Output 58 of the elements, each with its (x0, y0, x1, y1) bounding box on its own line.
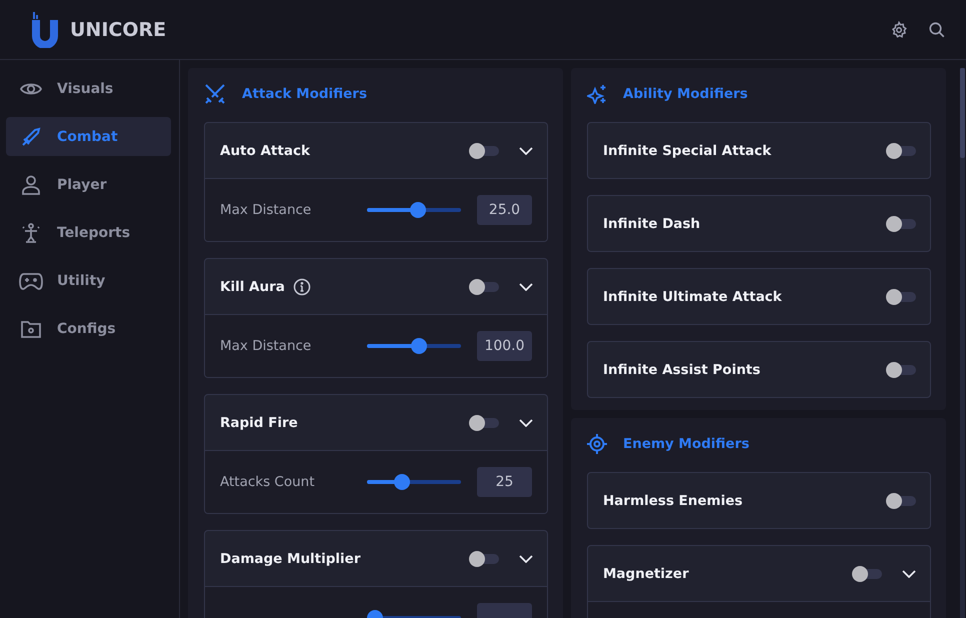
card-title: Kill Aura (220, 278, 285, 294)
toggle-switch[interactable] (469, 142, 499, 158)
target-icon (587, 434, 607, 454)
sidebar-item[interactable]: Utility (6, 261, 171, 300)
value-field[interactable]: 25 (477, 467, 532, 497)
card-title: Magnetizer (603, 566, 689, 582)
sidebar-item[interactable]: Configs (6, 309, 171, 348)
scrollbar[interactable] (960, 68, 965, 618)
gamepad-icon (19, 272, 43, 290)
logo-icon (32, 12, 58, 48)
card-title: Rapid Fire (220, 414, 298, 430)
toggle-switch[interactable] (886, 362, 916, 378)
sidebar-item[interactable]: Visuals (6, 69, 171, 108)
card-title: Auto Attack (220, 142, 310, 158)
sword-icon (21, 126, 41, 146)
toggle-switch[interactable] (852, 566, 882, 582)
sparkles-icon (587, 84, 607, 104)
card-title: Infinite Ultimate Attack (603, 288, 782, 304)
slider-thumb[interactable] (411, 338, 427, 354)
setting-label: Max Distance (220, 202, 312, 218)
app-name: UNICORE (70, 18, 166, 40)
info-icon[interactable] (292, 278, 311, 296)
chevron-icon[interactable] (519, 418, 533, 426)
value-field[interactable]: 25.0 (477, 195, 532, 225)
setting-label: Attacks Count (220, 474, 316, 490)
card-title: Infinite Special Attack (603, 142, 772, 158)
sidebar-item[interactable]: Combat (6, 117, 171, 156)
eye-icon (20, 80, 42, 96)
toggle-switch[interactable] (469, 414, 499, 430)
chevron-icon[interactable] (902, 570, 916, 578)
toggle-switch[interactable] (469, 278, 499, 294)
toggle-switch[interactable] (886, 142, 916, 158)
value-field[interactable]: 100.0 (477, 331, 532, 361)
section-title: Ability Modifiers (623, 86, 748, 102)
card-title: Infinite Dash (603, 216, 700, 232)
toggle-switch[interactable] (886, 288, 916, 304)
toggle-switch[interactable] (886, 492, 916, 508)
section-title: Attack Modifiers (242, 86, 368, 102)
folder-icon (21, 320, 41, 338)
person-icon (22, 174, 40, 194)
card-title: Harmless Enemies (603, 492, 743, 508)
sidebar-item[interactable]: Player (6, 165, 171, 204)
figure-icon (21, 222, 41, 242)
section-title: Enemy Modifiers (623, 436, 750, 452)
toggle-switch[interactable] (886, 216, 916, 232)
chevron-icon[interactable] (519, 146, 533, 154)
card-title: Infinite Assist Points (603, 362, 760, 378)
slider-thumb[interactable] (410, 202, 426, 218)
crossed-swords-icon (204, 84, 226, 104)
toggle-switch[interactable] (469, 550, 499, 566)
settings-icon[interactable] (890, 20, 908, 38)
card-title: Damage Multiplier (220, 550, 360, 566)
setting-label: Max Distance (220, 338, 312, 354)
chevron-icon[interactable] (519, 282, 533, 290)
search-icon[interactable] (928, 20, 946, 38)
slider-thumb[interactable] (394, 474, 410, 490)
chevron-icon[interactable] (519, 554, 533, 562)
sidebar-item[interactable]: Teleports (6, 213, 171, 252)
